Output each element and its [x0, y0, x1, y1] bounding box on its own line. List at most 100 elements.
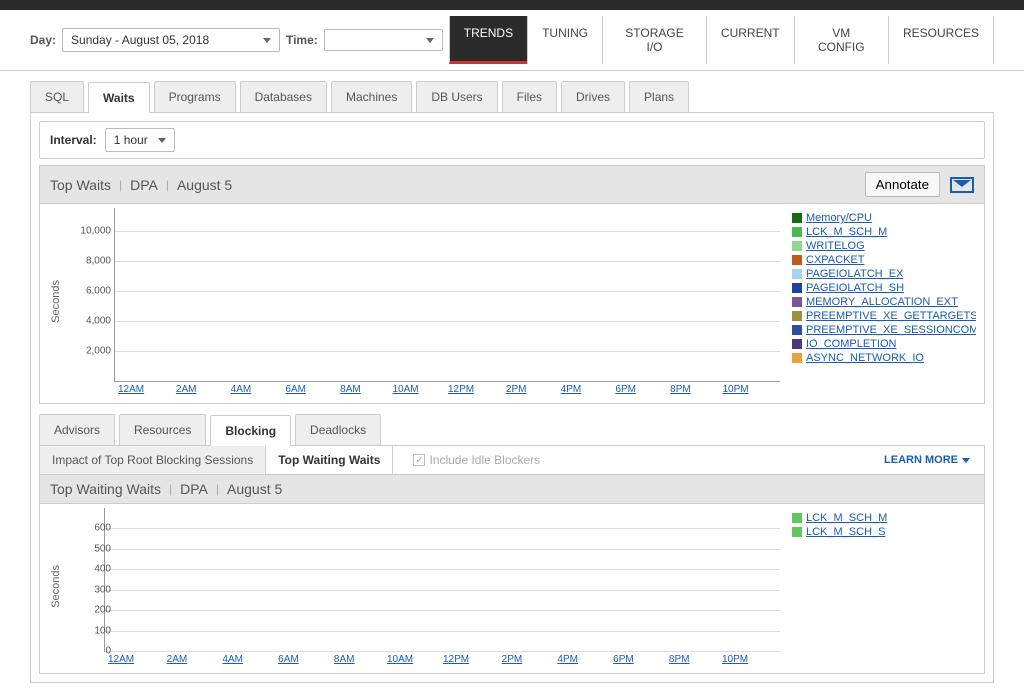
- x-tick-link[interactable]: 8AM: [334, 654, 355, 665]
- legend-link[interactable]: LCK_M_SCH_S: [806, 526, 885, 538]
- legend-link[interactable]: MEMORY_ALLOCATION_EXT: [806, 296, 958, 308]
- mail-icon[interactable]: [950, 177, 974, 193]
- lower-tab-advisors[interactable]: Advisors: [39, 414, 115, 445]
- main-tab-current[interactable]: CURRENT: [706, 16, 794, 64]
- legend-link[interactable]: IO_COMPLETION: [806, 338, 896, 350]
- checkbox-icon: ✓: [413, 454, 425, 466]
- legend-item: IO_COMPLETION: [792, 338, 976, 350]
- x-tick: [751, 384, 776, 395]
- interval-row: Interval: 1 hour: [39, 121, 985, 159]
- tab-machines[interactable]: Machines: [331, 81, 412, 112]
- x-tick: [421, 384, 446, 395]
- x-tick: 8PM: [668, 384, 693, 395]
- learn-more-link[interactable]: LEARN MORE: [884, 454, 970, 466]
- x-tick: [359, 654, 385, 665]
- x-tick-link[interactable]: 4PM: [557, 654, 578, 665]
- legend-swatch: [792, 513, 802, 523]
- chart-title-part: Top Waiting Waits: [50, 481, 161, 497]
- legend-link[interactable]: Memory/CPU: [806, 212, 872, 224]
- main-tab-resources[interactable]: RESOURCES: [888, 16, 994, 64]
- legend-item: MEMORY_ALLOCATION_EXT: [792, 296, 976, 308]
- tab-sql[interactable]: SQL: [30, 81, 84, 112]
- x-tick-link[interactable]: 4AM: [222, 654, 243, 665]
- legend-link[interactable]: LCK_M_SCH_M: [806, 226, 887, 238]
- legend-item: PAGEIOLATCH_EX: [792, 268, 976, 280]
- x-tick-link[interactable]: 4AM: [231, 384, 252, 395]
- x-tick-link[interactable]: 10AM: [393, 384, 419, 395]
- chart-title-part: August 5: [227, 481, 282, 497]
- day-dropdown[interactable]: Sunday - August 05, 2018: [62, 28, 280, 52]
- x-tick: [146, 384, 171, 395]
- x-tick-link[interactable]: 6PM: [615, 384, 636, 395]
- idle-blockers-checkbox[interactable]: ✓ Include Idle Blockers: [413, 453, 540, 467]
- x-tick-link[interactable]: 4PM: [561, 384, 582, 395]
- x-tick-link[interactable]: 10PM: [723, 384, 749, 395]
- x-tick-link[interactable]: 10AM: [387, 654, 413, 665]
- x-tick: [527, 654, 553, 665]
- legend-swatch: [792, 255, 802, 265]
- legend-link[interactable]: LCK_M_SCH_M: [806, 512, 887, 524]
- x-tick: 6PM: [611, 654, 637, 665]
- x-tick: 2AM: [174, 384, 199, 395]
- tab-plans[interactable]: Plans: [629, 81, 689, 112]
- interval-value: 1 hour: [114, 133, 148, 147]
- x-tick-link[interactable]: 8PM: [669, 654, 690, 665]
- x-tick-link[interactable]: 2AM: [167, 654, 188, 665]
- x-tick-link[interactable]: 12AM: [108, 654, 134, 665]
- x-tick-link[interactable]: 8PM: [670, 384, 691, 395]
- legend-link[interactable]: CXPACKET: [806, 254, 864, 266]
- x-tick-link[interactable]: 6AM: [278, 654, 299, 665]
- x-tick-link[interactable]: 8AM: [340, 384, 361, 395]
- main-tab-tuning[interactable]: TUNING: [527, 16, 602, 64]
- bottom-chart-header: Top Waiting Waits | DPA | August 5: [39, 475, 985, 504]
- main-tab-vm-config[interactable]: VM CONFIG: [794, 16, 888, 64]
- main-tab-storage-i-o[interactable]: STORAGE I/O: [602, 16, 706, 64]
- legend-link[interactable]: WRITELOG: [806, 240, 865, 252]
- y-tick: 8,000: [71, 255, 111, 266]
- legend-swatch: [792, 213, 802, 223]
- tab-db-users[interactable]: DB Users: [416, 81, 497, 112]
- tab-files[interactable]: Files: [502, 81, 557, 112]
- time-dropdown[interactable]: [324, 29, 443, 51]
- x-tick-link[interactable]: 2PM: [506, 384, 527, 395]
- legend-swatch: [792, 241, 802, 251]
- main-tab-trends[interactable]: TRENDS: [449, 16, 527, 64]
- x-tick: 8AM: [338, 384, 363, 395]
- toggle-0[interactable]: Impact of Top Root Blocking Sessions: [40, 446, 266, 474]
- x-tick-link[interactable]: 10PM: [722, 654, 748, 665]
- lower-tab-blocking[interactable]: Blocking: [210, 415, 291, 446]
- chevron-down-icon: [962, 458, 970, 463]
- annotate-button[interactable]: Annotate: [865, 172, 940, 197]
- x-tick: 12PM: [443, 654, 469, 665]
- x-tick-link[interactable]: 2PM: [502, 654, 523, 665]
- tab-databases[interactable]: Databases: [240, 81, 327, 112]
- x-tick-link[interactable]: 2AM: [176, 384, 197, 395]
- x-tick: 2AM: [164, 654, 190, 665]
- x-tick: [365, 384, 390, 395]
- toggle-1[interactable]: Top Waiting Waits: [266, 446, 393, 474]
- y-tick: 600: [71, 523, 111, 534]
- x-tick: [583, 654, 609, 665]
- legend-link[interactable]: ASYNC_NETWORK_IO: [806, 352, 924, 364]
- x-tick-link[interactable]: 12PM: [443, 654, 469, 665]
- interval-label: Interval:: [50, 133, 97, 147]
- tab-drives[interactable]: Drives: [561, 81, 625, 112]
- lower-tab-deadlocks[interactable]: Deadlocks: [295, 414, 381, 445]
- x-tick-link[interactable]: 12PM: [448, 384, 474, 395]
- legend-link[interactable]: PREEMPTIVE_XE_SESSIONCOMMIT: [806, 324, 976, 336]
- lower-tab-resources[interactable]: Resources: [119, 414, 206, 445]
- x-tick-link[interactable]: 6AM: [285, 384, 306, 395]
- tab-waits[interactable]: Waits: [88, 82, 150, 113]
- y-tick: 200: [71, 605, 111, 616]
- legend-swatch: [792, 227, 802, 237]
- legend-link[interactable]: PREEMPTIVE_XE_GETTARGETSTA: [806, 310, 976, 322]
- legend-link[interactable]: PAGEIOLATCH_EX: [806, 268, 903, 280]
- interval-dropdown[interactable]: 1 hour: [105, 128, 175, 152]
- x-axis: 12AM 2AM 4AM 6AM 8AM 10AM 12PM 2PM 4PM 6PM 8PM 10PM: [114, 382, 780, 395]
- x-tick-link[interactable]: 6PM: [613, 654, 634, 665]
- legend-link[interactable]: PAGEIOLATCH_SH: [806, 282, 904, 294]
- chart-grid: 0100200300400500600: [104, 508, 780, 652]
- x-tick: [531, 384, 556, 395]
- tab-programs[interactable]: Programs: [154, 81, 236, 112]
- x-tick-link[interactable]: 12AM: [118, 384, 144, 395]
